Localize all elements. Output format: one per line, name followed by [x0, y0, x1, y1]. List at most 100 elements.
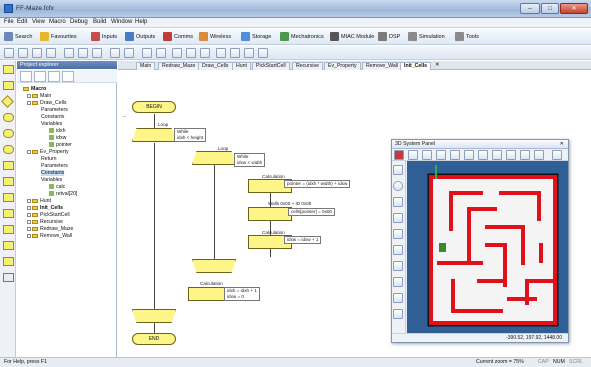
tab-init-cells[interactable]: Init_Cells: [400, 62, 432, 70]
comment-symbol-icon[interactable]: [3, 257, 14, 266]
miac-module-button[interactable]: MIAC Module: [330, 32, 374, 43]
menu-edit[interactable]: Edit: [17, 19, 27, 25]
mechatronics-button[interactable]: Mechatronics: [280, 32, 324, 43]
loop2-block[interactable]: [192, 151, 236, 165]
tree-item[interactable]: Recursive: [27, 219, 63, 225]
copy-icon[interactable]: [78, 48, 88, 58]
cone-icon[interactable]: [393, 213, 403, 223]
label-symbol-icon[interactable]: [3, 273, 14, 282]
tab-draw-cells[interactable]: Draw_Cells: [198, 62, 233, 70]
tree-item[interactable]: calc: [49, 184, 65, 190]
paste-icon[interactable]: [92, 48, 102, 58]
pause-icon[interactable]: [186, 48, 196, 58]
tree-item[interactable]: Hunt: [27, 198, 51, 204]
view-icon[interactable]: [506, 150, 516, 160]
step-out-icon[interactable]: [244, 48, 254, 58]
stop-icon[interactable]: [200, 48, 210, 58]
input-symbol-icon[interactable]: [3, 65, 14, 74]
zoom-icon[interactable]: [478, 150, 488, 160]
tab-remove-wall[interactable]: Remove_Wall: [362, 62, 403, 70]
compile-icon[interactable]: [142, 48, 152, 58]
macro-view-icon[interactable]: [20, 71, 32, 82]
text-shape-icon[interactable]: [393, 309, 403, 319]
tree-item[interactable]: Main: [27, 93, 51, 99]
settings-icon[interactable]: [534, 150, 544, 160]
sphere-icon[interactable]: [393, 181, 403, 191]
print-icon[interactable]: [46, 48, 56, 58]
rotate-icon[interactable]: [450, 150, 460, 160]
color-picker-icon[interactable]: [394, 150, 404, 160]
dsp-button[interactable]: DSP: [378, 32, 400, 43]
menu-help[interactable]: Help: [135, 19, 147, 25]
tree-item[interactable]: Draw_Cells: [27, 100, 67, 106]
loop1-end-block[interactable]: [132, 309, 176, 323]
comms-button[interactable]: Comms: [163, 32, 193, 43]
pencil-icon[interactable]: [422, 150, 432, 160]
tab-pickstartcell[interactable]: PickStartCell: [252, 62, 290, 70]
close-icon[interactable]: ✕: [560, 140, 564, 149]
tree-item[interactable]: Remove_Wall: [27, 233, 72, 239]
save-icon[interactable]: [32, 48, 42, 58]
tree-item[interactable]: pointer: [49, 142, 72, 148]
search-button[interactable]: Search: [4, 32, 32, 43]
maximize-button[interactable]: □: [541, 3, 559, 14]
delay-symbol-icon[interactable]: [3, 129, 14, 138]
tab-redraw-maze[interactable]: Redraw_Maze: [158, 62, 200, 70]
tree-item[interactable]: idxw: [49, 135, 66, 141]
switch-symbol-icon[interactable]: [3, 209, 14, 218]
tube-icon[interactable]: [393, 277, 403, 287]
begin-terminal[interactable]: BEGIN: [132, 101, 176, 113]
component-view-icon[interactable]: [34, 71, 46, 82]
loop1-block[interactable]: [132, 128, 176, 142]
tree-item[interactable]: retval[20]: [49, 191, 77, 197]
new-file-icon[interactable]: [4, 48, 14, 58]
menu-build[interactable]: Build: [93, 19, 106, 25]
step-over-icon[interactable]: [230, 48, 240, 58]
chip-icon[interactable]: [258, 48, 268, 58]
loop-symbol-icon[interactable]: [3, 113, 14, 122]
tree-item[interactable]: Variables: [41, 177, 62, 183]
maze-3d-view[interactable]: [407, 161, 568, 333]
tree-item[interactable]: Ev_Property: [27, 149, 69, 155]
pan-icon[interactable]: [464, 150, 474, 160]
redo-icon[interactable]: [124, 48, 134, 58]
tree-item[interactable]: PickStartCell: [27, 212, 70, 218]
help-icon[interactable]: [156, 48, 166, 58]
tab-recursive[interactable]: Recursive: [292, 62, 324, 70]
wireless-button[interactable]: Wireless: [199, 32, 231, 43]
menu-debug[interactable]: Debug: [70, 19, 88, 25]
step-into-icon[interactable]: [216, 48, 226, 58]
walls-block[interactable]: [248, 207, 292, 221]
mesh-icon[interactable]: [393, 293, 403, 303]
tree-item[interactable]: Variables: [41, 121, 62, 127]
calculation-symbol-icon[interactable]: [3, 161, 14, 170]
move-icon[interactable]: [408, 150, 418, 160]
tree-item[interactable]: idxh: [49, 128, 66, 134]
tree-item[interactable]: Parameters: [41, 163, 68, 169]
menu-view[interactable]: View: [32, 19, 45, 25]
pyramid-icon[interactable]: [393, 229, 403, 239]
cylinder-icon[interactable]: [393, 197, 403, 207]
interrupt-symbol-icon[interactable]: [3, 225, 14, 234]
tree-item[interactable]: Init_Cells: [27, 205, 63, 211]
tree-item[interactable]: Parameters: [41, 107, 68, 113]
storage-button[interactable]: Storage: [241, 32, 271, 43]
tree-item[interactable]: Macro: [23, 86, 46, 92]
tab-hunt[interactable]: Hunt: [232, 62, 251, 70]
menu-window[interactable]: Window: [111, 19, 132, 25]
plane-icon[interactable]: [393, 245, 403, 255]
tools-button[interactable]: Tools: [455, 32, 479, 43]
end-terminal[interactable]: END: [132, 333, 176, 345]
run-icon[interactable]: [172, 48, 182, 58]
decision-symbol-icon[interactable]: [1, 95, 14, 108]
undo-icon[interactable]: [110, 48, 120, 58]
tree-item[interactable]: Constants: [41, 114, 64, 120]
minimize-button[interactable]: –: [520, 3, 540, 14]
menu-file[interactable]: File: [4, 19, 14, 25]
connection-symbol-icon[interactable]: [3, 145, 14, 154]
tree-item[interactable]: Redraw_Maze: [27, 226, 73, 232]
cut-icon[interactable]: [64, 48, 74, 58]
close-button[interactable]: ✕: [560, 3, 588, 14]
select-icon[interactable]: [436, 150, 446, 160]
component-macro-symbol-icon[interactable]: [3, 193, 14, 202]
